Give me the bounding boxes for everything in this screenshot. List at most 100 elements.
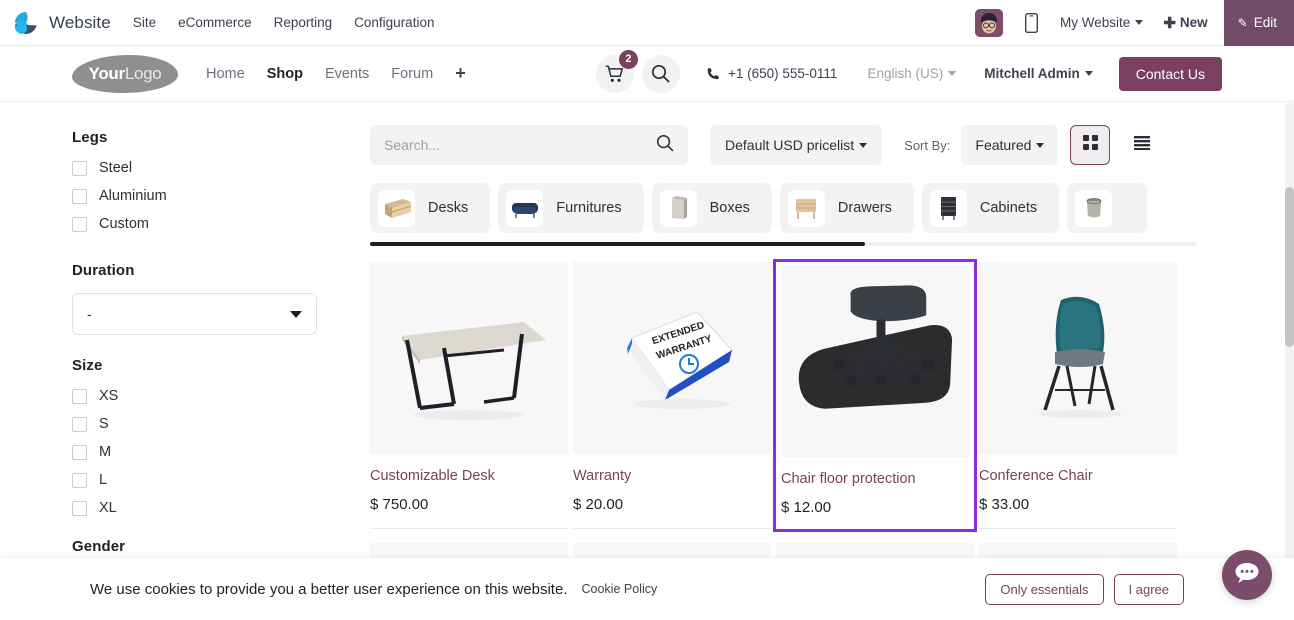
checkbox-icon[interactable]: [72, 160, 87, 176]
product-name[interactable]: Customizable Desk: [370, 468, 568, 484]
product-image[interactable]: [370, 262, 568, 454]
phone-number[interactable]: +1 (650) 555-0111: [706, 66, 837, 81]
product-card-selected[interactable]: Chair floor protection $ 12.00: [773, 259, 977, 532]
grid-view-icon: [1082, 135, 1098, 155]
category-carousel: Desks Furnitures Boxes Drawers Cabinets: [370, 183, 1264, 246]
shop-page-body: Legs Steel Aluminium Custom Duration - S…: [0, 103, 1294, 620]
product-name[interactable]: Conference Chair: [979, 468, 1177, 484]
filter-option-l[interactable]: L: [72, 472, 365, 488]
filter-option-label: Custom: [99, 216, 149, 232]
site-logo-text: YourLogo: [89, 64, 162, 84]
filter-option-custom[interactable]: Custom: [72, 216, 365, 232]
filters-sidebar: Legs Steel Aluminium Custom Duration - S…: [0, 103, 365, 620]
nav-item-events[interactable]: Events: [325, 66, 369, 82]
cookie-policy-link[interactable]: Cookie Policy: [582, 582, 658, 596]
filter-option-s[interactable]: S: [72, 416, 365, 432]
product-card[interactable]: Customizable Desk $ 750.00: [370, 262, 568, 529]
product-name[interactable]: Chair floor protection: [781, 471, 970, 487]
menu-site[interactable]: Site: [133, 15, 156, 30]
category-drawers[interactable]: Drawers: [779, 183, 914, 233]
filter-option-xl[interactable]: XL: [72, 500, 365, 516]
chevron-down-icon: [1036, 142, 1045, 148]
category-cabinets[interactable]: Cabinets: [921, 183, 1060, 233]
nav-item-home[interactable]: Home: [206, 66, 245, 82]
product-image[interactable]: EXTENDED WARRANTY: [573, 262, 771, 454]
contact-us-button[interactable]: Contact Us: [1118, 56, 1222, 91]
website-header: YourLogo Home Shop Events Forum + 2 +1 (…: [0, 46, 1294, 102]
category-scrollbar[interactable]: [370, 242, 1196, 246]
filter-option-xs[interactable]: XS: [72, 388, 365, 404]
user-menu[interactable]: Mitchell Admin: [984, 66, 1093, 81]
checkbox-icon[interactable]: [72, 416, 87, 432]
filter-option-aluminium[interactable]: Aluminium: [72, 188, 365, 204]
page-scrollbar[interactable]: [1285, 103, 1294, 620]
phone-icon: [706, 67, 720, 81]
product-image[interactable]: [979, 262, 1177, 454]
menu-reporting[interactable]: Reporting: [274, 15, 333, 30]
shop-main-content: Default USD pricelist Sort By: Featured: [365, 103, 1294, 620]
product-card[interactable]: Conference Chair $ 33.00: [979, 262, 1177, 529]
grid-view-button[interactable]: [1070, 125, 1111, 165]
search-toggle-button[interactable]: [641, 54, 680, 93]
nav-add-icon[interactable]: +: [455, 63, 466, 84]
filter-option-label: M: [99, 444, 112, 460]
sort-dropdown[interactable]: Featured: [961, 125, 1059, 165]
checkbox-icon[interactable]: [72, 500, 87, 516]
duration-select[interactable]: -: [72, 293, 317, 335]
product-image[interactable]: [781, 265, 970, 457]
product-name[interactable]: Warranty: [573, 468, 771, 484]
edit-button[interactable]: ✎ Edit: [1223, 0, 1294, 46]
box-thumbnail-icon: [659, 189, 697, 227]
cart-button[interactable]: 2: [595, 49, 638, 93]
menu-configuration[interactable]: Configuration: [354, 15, 434, 30]
odoo-logo-icon[interactable]: [12, 9, 40, 37]
filter-option-label: L: [99, 472, 108, 488]
site-logo[interactable]: YourLogo: [72, 54, 178, 93]
filter-group-title-duration: Duration: [72, 262, 135, 279]
product-price: $ 750.00: [370, 496, 429, 513]
language-selector[interactable]: English (US): [867, 66, 957, 81]
search-input[interactable]: [384, 137, 656, 153]
nav-item-shop[interactable]: Shop: [267, 66, 303, 82]
search-box[interactable]: [370, 125, 688, 165]
only-essentials-button[interactable]: Only essentials: [985, 573, 1104, 605]
website-selector[interactable]: My Website: [1060, 15, 1144, 30]
nav-item-forum[interactable]: Forum: [391, 66, 433, 82]
mobile-preview-icon[interactable]: [1025, 12, 1039, 33]
new-button-label: New: [1179, 15, 1208, 30]
filter-option-m[interactable]: M: [72, 444, 365, 460]
category-furnitures[interactable]: Furnitures: [498, 183, 644, 233]
checkbox-icon[interactable]: [72, 216, 87, 232]
category-list[interactable]: Desks Furnitures Boxes Drawers Cabinets: [370, 183, 1264, 233]
chevron-down-icon: [948, 71, 957, 76]
product-card[interactable]: EXTENDED WARRANTY Warranty $ 20.00: [573, 262, 771, 529]
pricelist-label: Default USD pricelist: [725, 137, 855, 153]
filter-option-steel[interactable]: Steel: [72, 160, 365, 176]
new-button[interactable]: ✚ New: [1163, 14, 1207, 32]
desk-thumbnail-icon: [378, 189, 415, 227]
category-boxes[interactable]: Boxes: [651, 183, 772, 233]
product-price: $ 12.00: [781, 499, 832, 516]
page-scrollbar-thumb[interactable]: [1285, 187, 1294, 347]
checkbox-icon[interactable]: [72, 444, 87, 460]
filter-group-title-gender: Gender: [72, 538, 126, 555]
checkbox-icon[interactable]: [72, 472, 87, 488]
filter-option-label: XS: [99, 388, 119, 404]
bin-thumbnail-icon: [1075, 189, 1113, 227]
logo-bold-part: Your: [88, 63, 126, 83]
checkbox-icon[interactable]: [72, 388, 87, 404]
menu-ecommerce[interactable]: eCommerce: [178, 15, 252, 30]
i-agree-button[interactable]: I agree: [1113, 573, 1184, 605]
category-desks[interactable]: Desks: [370, 183, 491, 233]
odoo-top-bar: Website Site eCommerce Reporting Configu…: [0, 0, 1294, 46]
language-label: English (US): [867, 66, 944, 81]
category-scrollbar-thumb[interactable]: [370, 242, 865, 246]
category-partial[interactable]: [1067, 183, 1148, 233]
pricelist-dropdown[interactable]: Default USD pricelist: [710, 125, 883, 165]
livechat-button[interactable]: [1222, 550, 1272, 600]
checkbox-icon[interactable]: [72, 188, 87, 204]
avatar[interactable]: [975, 8, 1004, 37]
search-icon[interactable]: [656, 134, 674, 157]
list-view-button[interactable]: [1122, 125, 1163, 165]
filter-option-label: Aluminium: [99, 188, 167, 204]
